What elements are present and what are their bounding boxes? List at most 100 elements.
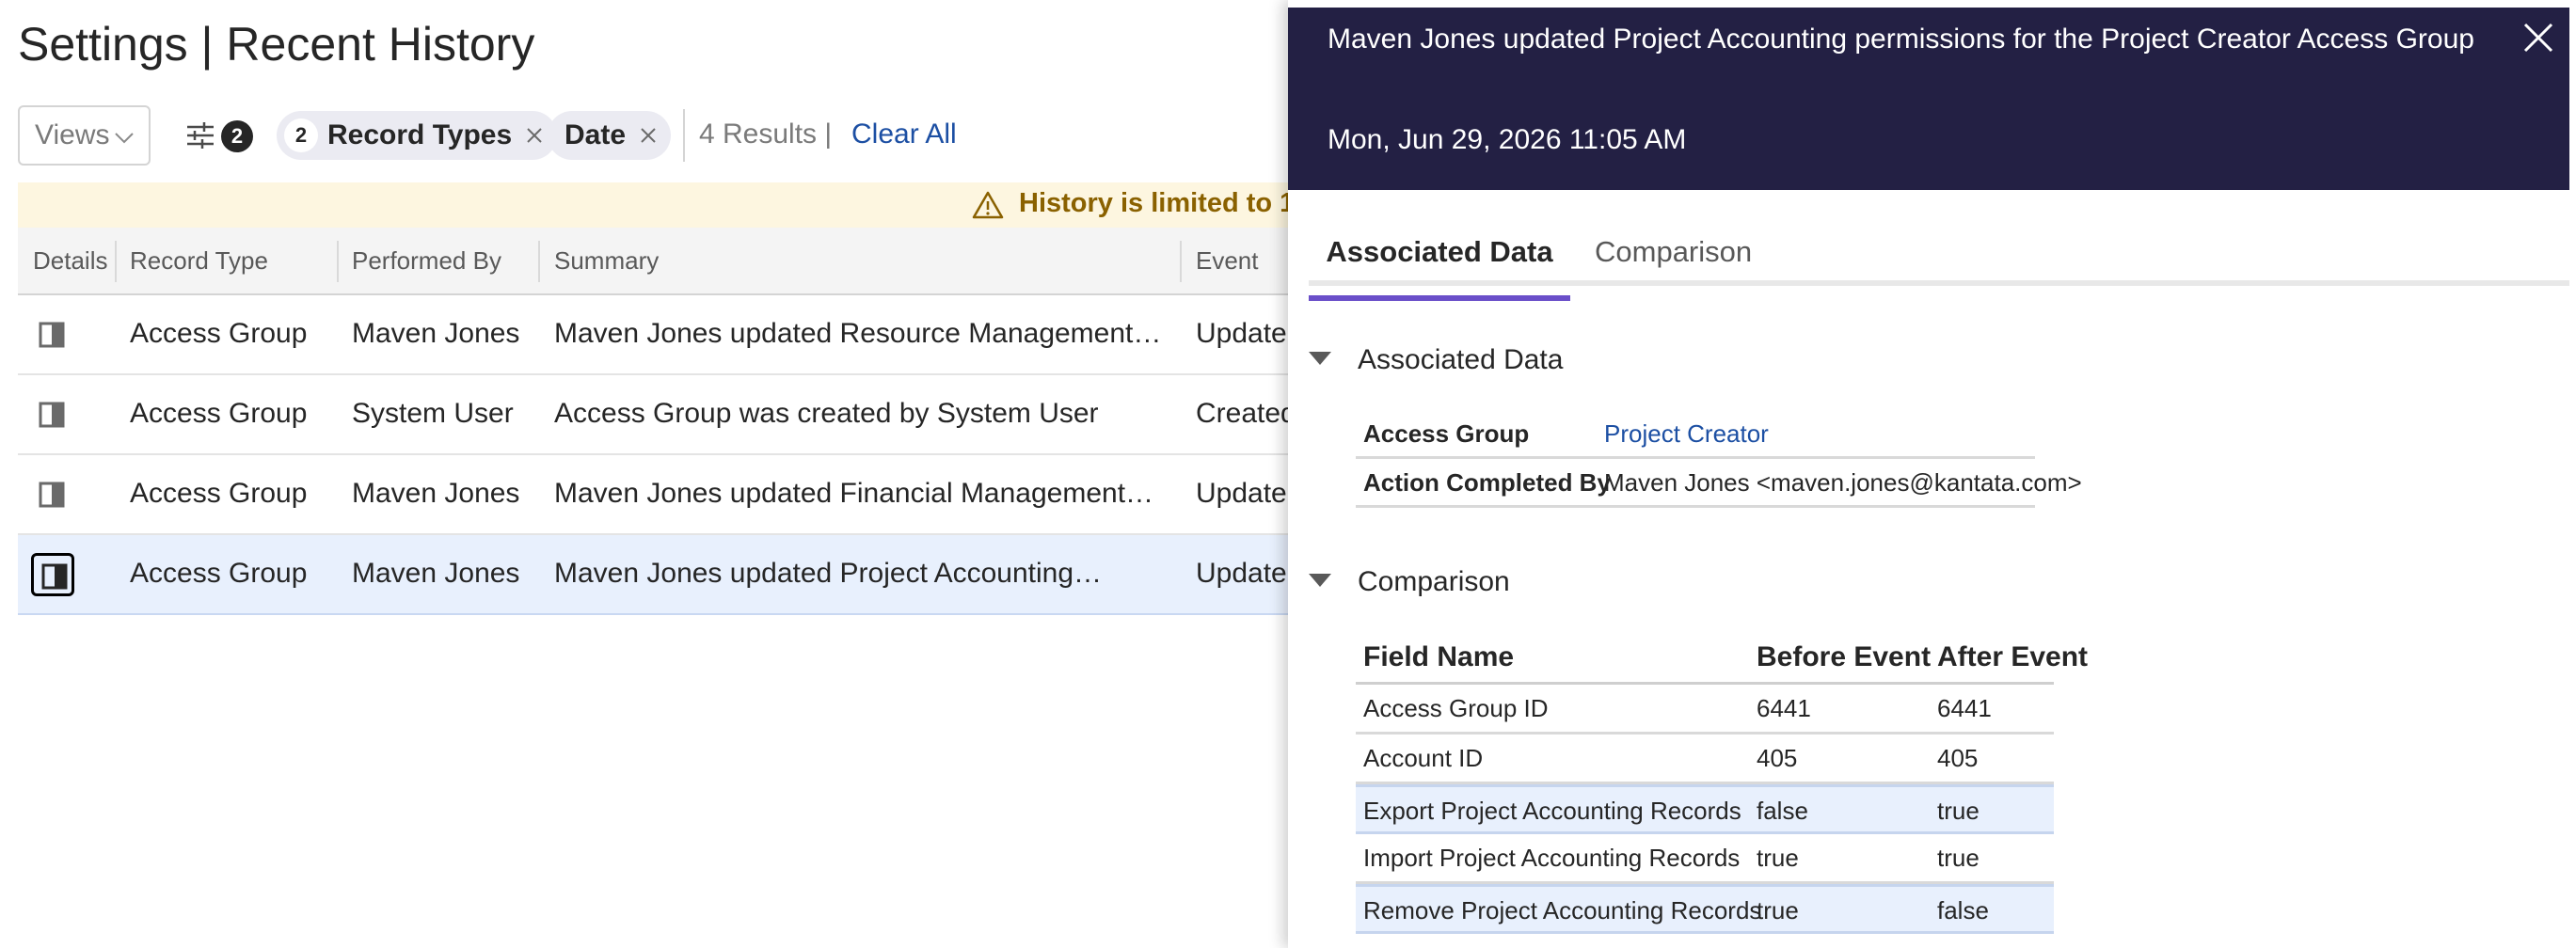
- field-name: Remove Project Accounting Records: [1363, 896, 1762, 924]
- after-value: 6441: [1937, 694, 1992, 722]
- table-row[interactable]: Access Group Maven Jones Maven Jones upd…: [18, 455, 1288, 535]
- associated-data-key: Access Group: [1363, 419, 1530, 448]
- chip-label: Date: [564, 119, 627, 150]
- cell-summary: Maven Jones updated Project Accounting…: [554, 558, 1103, 589]
- comparison-table-header: Field Name Before Event After Event: [1356, 632, 2088, 685]
- column-header-event[interactable]: Event: [1196, 246, 1259, 276]
- tab-comparison[interactable]: Comparison: [1595, 235, 1752, 269]
- section-heading: Associated Data: [1358, 344, 1564, 375]
- chip-label: Record Types: [327, 119, 513, 150]
- access-group-link[interactable]: Project Creator: [1604, 419, 1769, 449]
- comparison-row: Account ID 405 405: [1356, 735, 2054, 784]
- cell-record-type: Access Group: [130, 478, 308, 509]
- before-value: 6441: [1757, 694, 1811, 722]
- results-count: 4 Results |: [699, 118, 833, 150]
- details-panel-icon: [39, 402, 65, 428]
- before-value: 405: [1757, 744, 1798, 772]
- column-header-before-event: Before Event: [1757, 641, 1932, 672]
- column-divider: [538, 241, 540, 282]
- after-value: true: [1937, 797, 1980, 825]
- comparison-section-toggle[interactable]: Comparison: [1309, 566, 1510, 598]
- cell-performed-by: Maven Jones: [352, 318, 520, 349]
- comparison-row: Import Project Accounting Records true t…: [1356, 834, 2054, 884]
- comparison-row-changed: Export Project Accounting Records false …: [1356, 784, 2054, 834]
- history-limit-warning: History is limited to 1: [18, 182, 1295, 228]
- panel-header: Maven Jones updated Project Accounting p…: [1288, 8, 2569, 190]
- chevron-down-icon: [115, 133, 134, 144]
- table-row[interactable]: Access Group System User Access Group wa…: [18, 375, 1288, 455]
- cell-summary: Maven Jones updated Financial Management…: [554, 478, 1154, 509]
- details-panel-icon: [41, 563, 68, 590]
- cell-record-type: Access Group: [130, 398, 308, 429]
- cell-performed-by: Maven Jones: [352, 478, 520, 509]
- details-panel-icon: [39, 322, 65, 348]
- cell-record-type: Access Group: [130, 558, 308, 589]
- close-icon[interactable]: [525, 126, 544, 145]
- cell-event: Update: [1196, 478, 1287, 509]
- record-types-filter-chip[interactable]: 2 Record Types: [277, 111, 558, 160]
- column-header-field-name: Field Name: [1363, 641, 1515, 672]
- views-dropdown[interactable]: Views: [18, 105, 151, 166]
- before-value: false: [1757, 797, 1808, 825]
- filter-sliders-icon[interactable]: [183, 118, 217, 152]
- close-icon[interactable]: [2518, 17, 2559, 58]
- table-header: Details Record Type Performed By Summary…: [18, 228, 1288, 295]
- column-header-summary[interactable]: Summary: [554, 246, 659, 276]
- associated-data-row: Access Group Project Creator: [1356, 410, 2035, 459]
- date-filter-chip[interactable]: Date: [548, 111, 672, 160]
- column-divider: [337, 241, 339, 282]
- cell-event: Update: [1196, 318, 1287, 349]
- cell-record-type: Access Group: [130, 318, 308, 349]
- cell-summary: Access Group was created by System User: [554, 398, 1099, 429]
- before-value: true: [1757, 896, 1799, 924]
- details-button[interactable]: [31, 553, 74, 596]
- table-row-selected[interactable]: Access Group Maven Jones Maven Jones upd…: [18, 535, 1288, 615]
- warning-icon: [972, 191, 1004, 219]
- cell-performed-by: Maven Jones: [352, 558, 520, 589]
- panel-timestamp: Mon, Jun 29, 2026 11:05 AM: [1328, 124, 1687, 155]
- field-name: Export Project Accounting Records: [1363, 797, 1741, 825]
- comparison-row: Access Group ID 6441 6441: [1356, 685, 2054, 735]
- cell-event: Update: [1196, 558, 1287, 589]
- associated-data-value: Maven Jones <maven.jones@kantata.com>: [1604, 468, 2082, 497]
- tab-associated-data[interactable]: Associated Data: [1309, 235, 1570, 301]
- cell-performed-by: System User: [352, 398, 514, 429]
- page-title: Settings | Recent History: [18, 18, 535, 71]
- cell-summary: Maven Jones updated Resource Management…: [554, 318, 1162, 349]
- warning-text: History is limited to 1: [1019, 188, 1296, 218]
- views-label: Views: [35, 119, 110, 150]
- field-name: Access Group ID: [1363, 694, 1549, 722]
- after-value: false: [1937, 896, 1989, 924]
- details-panel-icon: [39, 482, 65, 508]
- column-header-after-event: After Event: [1937, 641, 2089, 672]
- column-header-details[interactable]: Details: [33, 246, 107, 276]
- comparison-table: Field Name Before Event After Event Acce…: [1356, 632, 2088, 934]
- chip-count: 2: [284, 118, 318, 152]
- associated-data-table: Access Group Project Creator Action Comp…: [1356, 410, 2082, 508]
- filter-count-badge: 2: [221, 120, 253, 152]
- associated-data-key: Action Completed By: [1363, 468, 1611, 497]
- table-row[interactable]: Access Group Maven Jones Maven Jones upd…: [18, 295, 1288, 375]
- filter-toolbar: Views 2 2 Record Types Date 4 Results | …: [18, 105, 1297, 166]
- column-divider: [1180, 241, 1182, 282]
- close-icon[interactable]: [639, 126, 658, 145]
- section-heading: Comparison: [1358, 566, 1510, 597]
- associated-data-section-toggle[interactable]: Associated Data: [1309, 344, 1563, 376]
- history-details-panel: Maven Jones updated Project Accounting p…: [1288, 0, 2576, 948]
- triangle-down-icon: [1309, 574, 1331, 588]
- column-header-record-type[interactable]: Record Type: [130, 246, 268, 276]
- history-table: Details Record Type Performed By Summary…: [18, 228, 1288, 615]
- field-name: Import Project Accounting Records: [1363, 844, 1741, 872]
- field-name: Account ID: [1363, 744, 1484, 772]
- panel-title: Maven Jones updated Project Accounting p…: [1328, 24, 2474, 55]
- triangle-down-icon: [1309, 352, 1331, 366]
- after-value: 405: [1937, 744, 1979, 772]
- associated-data-row: Action Completed By Maven Jones <maven.j…: [1356, 459, 2082, 508]
- column-header-performed-by[interactable]: Performed By: [352, 246, 501, 276]
- before-value: true: [1757, 844, 1799, 872]
- column-divider: [115, 241, 117, 282]
- after-value: true: [1937, 844, 1980, 872]
- panel-tabs: Associated Data Comparison: [1309, 220, 2569, 301]
- comparison-row-changed: Remove Project Accounting Records true f…: [1356, 884, 2054, 934]
- clear-all-link[interactable]: Clear All: [851, 118, 957, 150]
